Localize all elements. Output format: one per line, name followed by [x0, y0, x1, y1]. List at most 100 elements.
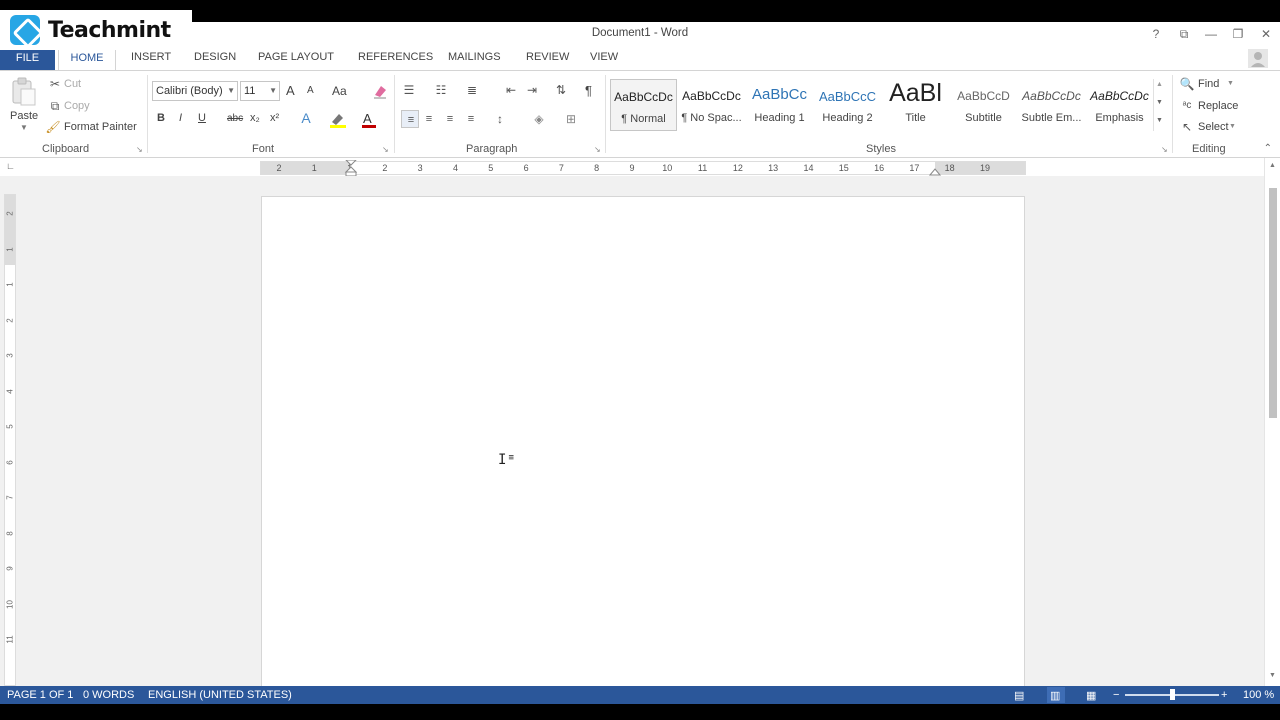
tab-review[interactable]: REVIEW — [526, 51, 569, 63]
style-normal[interactable]: AaBbCcDc ¶ Normal — [610, 79, 677, 131]
highlight-icon[interactable] — [328, 111, 348, 129]
chevron-down-icon[interactable]: ▼ — [1229, 123, 1236, 130]
user-account-icon[interactable] — [1238, 46, 1272, 70]
font-launcher-icon[interactable]: ↘ — [382, 145, 389, 154]
scroll-down-icon[interactable]: ▼ — [1156, 99, 1163, 106]
change-case-button[interactable]: Aa — [332, 84, 347, 98]
vertical-ruler-number: 6 — [5, 459, 15, 465]
bullets-icon[interactable]: ☰ — [400, 81, 418, 99]
align-right-icon[interactable]: ≡ — [441, 110, 459, 128]
strikethrough-button[interactable]: abc — [227, 113, 243, 124]
font-color-icon[interactable]: A — [360, 111, 378, 129]
font-family-select[interactable]: Calibri (Body) ▼ — [152, 81, 238, 101]
tab-selector-icon[interactable]: ∟ — [6, 161, 15, 171]
ruler-number: 9 — [629, 163, 635, 173]
right-indent-icon[interactable] — [929, 166, 941, 176]
find-button[interactable]: Find — [1198, 78, 1219, 90]
scroll-up-icon[interactable]: ▲ — [1156, 81, 1163, 88]
styles-more-icon[interactable]: ▼ — [1156, 117, 1163, 124]
minimize-icon[interactable]: — — [1202, 26, 1220, 42]
vertical-scrollbar[interactable]: ▲ ▼ — [1264, 158, 1280, 686]
style-subtle-emphasis[interactable]: AaBbCcDc Subtle Em... — [1018, 79, 1085, 131]
ribbon-display-options-icon[interactable]: ⧉ — [1175, 26, 1193, 42]
style-heading-2[interactable]: AaBbCcC Heading 2 — [814, 79, 881, 131]
zoom-in-icon[interactable]: + — [1221, 689, 1227, 701]
line-spacing-icon[interactable]: ↕ — [491, 110, 509, 128]
style-title[interactable]: AaBl Title — [882, 79, 949, 131]
tab-page-layout[interactable]: PAGE LAYOUT — [258, 51, 334, 63]
tab-insert[interactable]: INSERT — [131, 51, 171, 63]
justify-icon[interactable]: ≡ — [462, 110, 480, 128]
decrease-indent-icon[interactable]: ⇤ — [502, 81, 520, 99]
numbering-icon[interactable]: ☷ — [432, 81, 450, 99]
align-left-button[interactable]: ≡ — [401, 110, 419, 128]
horizontal-ruler[interactable]: 2112345678910111213141516171819 — [260, 160, 1026, 177]
style-name: Subtle Em... — [1021, 112, 1082, 124]
subscript-button[interactable]: x₂ — [250, 112, 260, 124]
tab-view[interactable]: VIEW — [590, 51, 618, 63]
replace-button[interactable]: Replace — [1198, 100, 1238, 112]
paste-icon[interactable] — [10, 77, 38, 107]
borders-icon[interactable]: ⊞ — [562, 110, 580, 128]
tab-mailings[interactable]: MAILINGS — [448, 51, 501, 63]
multilevel-list-icon[interactable]: ≣ — [463, 81, 481, 99]
help-icon[interactable]: ? — [1147, 26, 1165, 42]
read-mode-icon[interactable]: ▤ — [1014, 689, 1024, 702]
close-icon[interactable]: ✕ — [1257, 26, 1275, 42]
underline-button[interactable]: U — [198, 112, 206, 124]
document-page[interactable] — [261, 196, 1025, 696]
text-effects-icon[interactable]: A — [297, 109, 315, 127]
scroll-thumb[interactable] — [1269, 188, 1277, 418]
vertical-ruler[interactable]: 2 1 1 2 3 4 5 6 7 8 9 10 11 — [4, 194, 16, 686]
zoom-slider-thumb[interactable] — [1170, 689, 1175, 700]
font-size-select[interactable]: 11 ▼ — [240, 81, 280, 101]
sort-icon[interactable]: ⇅ — [552, 81, 570, 99]
clear-formatting-icon[interactable] — [372, 83, 388, 99]
styles-launcher-icon[interactable]: ↘ — [1161, 145, 1168, 154]
select-button[interactable]: Select — [1198, 121, 1229, 133]
align-center-icon[interactable]: ≡ — [420, 110, 438, 128]
vertical-ruler-number: 1 — [5, 282, 15, 287]
language-status[interactable]: ENGLISH (UNITED STATES) — [148, 689, 292, 701]
page-count[interactable]: PAGE 1 OF 1 — [7, 689, 73, 701]
scroll-up-icon[interactable]: ▲ — [1269, 162, 1276, 169]
superscript-button[interactable]: x² — [270, 112, 279, 124]
print-layout-icon: ▥ — [1050, 690, 1061, 702]
ribbon: Paste ▼ ✂ Cut ⧉ Copy 🖌 Format Painter Cl… — [0, 70, 1280, 158]
zoom-out-icon[interactable]: − — [1113, 689, 1119, 701]
copy-button[interactable]: Copy — [64, 100, 90, 112]
ruler-number: 13 — [768, 163, 779, 173]
increase-indent-icon[interactable]: ⇥ — [523, 81, 541, 99]
italic-button[interactable]: I — [179, 112, 182, 124]
shading-icon[interactable]: ◈ — [530, 110, 548, 128]
style-name: ¶ Normal — [621, 113, 666, 125]
tab-design[interactable]: DESIGN — [194, 51, 236, 63]
zoom-level[interactable]: 100 % — [1243, 689, 1274, 701]
svg-text:A: A — [363, 111, 372, 126]
collapse-ribbon-icon[interactable]: ⌃ — [1264, 143, 1272, 154]
paragraph-launcher-icon[interactable]: ↘ — [594, 145, 601, 154]
chevron-down-icon: ▼ — [269, 86, 277, 95]
cut-button[interactable]: Cut — [64, 78, 81, 90]
shrink-font-button[interactable]: A — [307, 85, 314, 96]
divider — [147, 75, 148, 153]
clipboard-launcher-icon[interactable]: ↘ — [136, 145, 143, 154]
restore-icon[interactable]: ❐ — [1229, 26, 1247, 42]
style-emphasis[interactable]: AaBbCcDc Emphasis — [1086, 79, 1153, 131]
ruler-number: 16 — [874, 163, 885, 173]
style-subtitle[interactable]: AaBbCcD Subtitle — [950, 79, 1017, 131]
paste-dropdown-icon[interactable]: ▼ — [20, 123, 28, 132]
bold-button[interactable]: B — [157, 112, 165, 124]
document-canvas: 2 1 1 2 3 4 5 6 7 8 9 10 11 — [0, 176, 1264, 696]
grow-font-button[interactable]: A — [286, 83, 295, 98]
paste-button[interactable]: Paste — [10, 110, 38, 122]
show-formatting-button[interactable]: ¶ — [585, 83, 592, 98]
format-painter-button[interactable]: Format Painter — [64, 121, 137, 133]
style-no-spacing[interactable]: AaBbCcDc ¶ No Spac... — [678, 79, 745, 131]
chevron-down-icon[interactable]: ▼ — [1227, 80, 1234, 87]
word-count[interactable]: 0 WORDS — [83, 689, 134, 701]
scroll-down-icon[interactable]: ▼ — [1269, 672, 1276, 679]
tab-references[interactable]: REFERENCES — [358, 51, 433, 63]
web-layout-icon[interactable]: ▦ — [1086, 689, 1096, 702]
style-heading-1[interactable]: AaBbCc Heading 1 — [746, 79, 813, 131]
